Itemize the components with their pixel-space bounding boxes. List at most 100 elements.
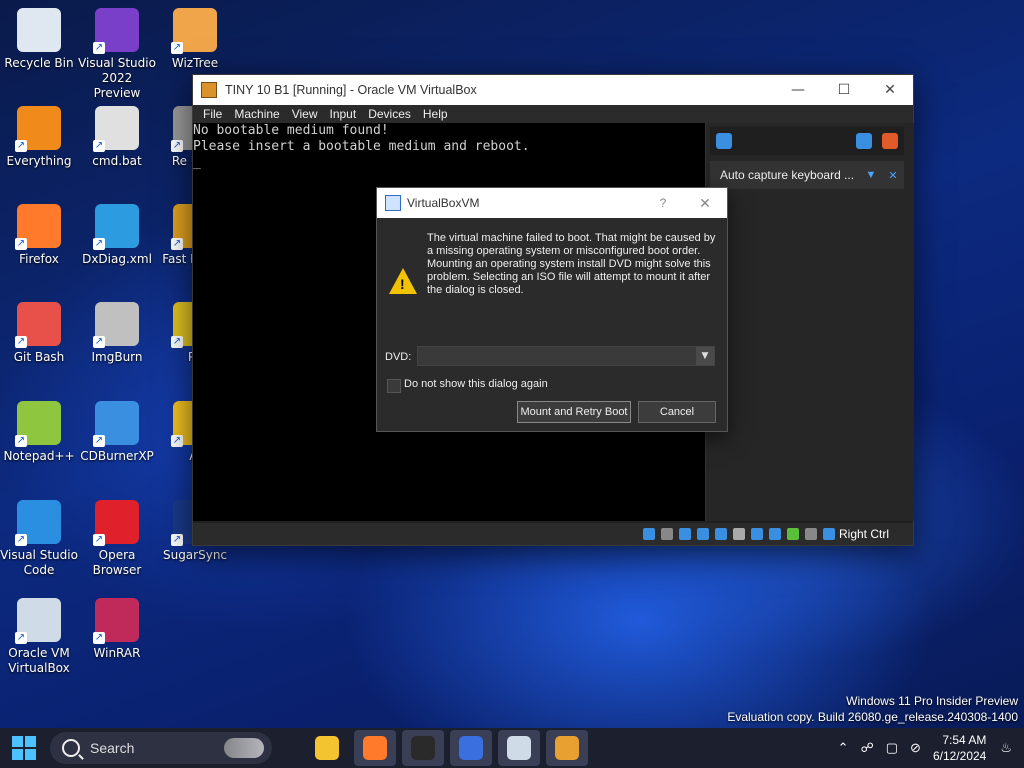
watermark-line-2: Evaluation copy. Build 26080.ge_release.…: [727, 710, 1018, 724]
shortcut-arrow-icon: ↗: [171, 140, 183, 152]
do-not-show-checkbox[interactable]: [387, 379, 401, 393]
search-box[interactable]: Search: [50, 732, 272, 764]
edge-icon: ↗: [93, 204, 139, 250]
boot-failure-dialog[interactable]: VirtualBoxVM ? ✕ ! The virtual machine f…: [376, 187, 728, 432]
clock-date: 6/12/2024: [932, 749, 987, 763]
mouse-integration-icon[interactable]: [804, 528, 817, 540]
do-not-show-label[interactable]: Do not show this dialog again: [404, 378, 548, 390]
desktop-icon[interactable]: ↗ CDBurnerXP: [78, 401, 156, 464]
taskbar-app[interactable]: [546, 730, 588, 766]
desktop-icon[interactable]: ↗ WizTree: [156, 8, 234, 71]
desktop-icon-label: Git Bash: [13, 350, 65, 364]
dialog-titlebar[interactable]: VirtualBoxVM ? ✕: [377, 188, 727, 218]
network-status-icon[interactable]: ☍: [861, 740, 874, 756]
notification-item[interactable]: Auto capture keyboard ... ▼ ✕: [710, 161, 904, 189]
minimize-icon[interactable]: —: [775, 82, 821, 98]
shortcut-arrow-icon: ↗: [15, 534, 27, 546]
shared-folders-icon[interactable]: [732, 528, 745, 540]
everything-icon: ↗: [15, 106, 61, 152]
taskbar-app[interactable]: [498, 730, 540, 766]
virtualbox-app-icon: [201, 82, 217, 98]
wiztree-icon: [555, 736, 579, 760]
desktop-icon-label: ImgBurn: [91, 350, 143, 364]
taskbar-app[interactable]: [450, 730, 492, 766]
pin-icon[interactable]: ▼: [860, 169, 882, 181]
warning-exclamation: !: [400, 276, 405, 292]
desktop-icon-label: WizTree: [171, 56, 219, 70]
shortcut-arrow-icon: ↗: [15, 238, 27, 250]
notification-bell-icon[interactable]: ♨: [1000, 740, 1012, 756]
network-icon[interactable]: [696, 528, 709, 540]
mount-and-retry-button[interactable]: Mount and Retry Boot: [517, 401, 631, 423]
file-explorer-icon: [315, 736, 339, 760]
desktop-icon[interactable]: ↗ Oracle VM VirtualBox: [0, 598, 78, 676]
system-tray: ⌃ ☍ ▢ ⊘ 7:54 AM 6/12/2024 ♨: [838, 728, 1024, 768]
desktop-icon[interactable]: ↗ WinRAR: [78, 598, 156, 661]
search-icon: [62, 739, 80, 757]
shortcut-arrow-icon: ↗: [171, 238, 183, 250]
taskbar-app[interactable]: [354, 730, 396, 766]
taskbar-app[interactable]: [402, 730, 444, 766]
maximize-icon[interactable]: ☐: [821, 82, 867, 98]
desktop-icon[interactable]: ↗ ImgBurn: [78, 302, 156, 365]
dialog-title: VirtualBoxVM: [407, 196, 480, 210]
shortcut-arrow-icon: ↗: [93, 435, 105, 447]
desktop-icon[interactable]: ↗ cmd.bat: [78, 106, 156, 169]
shortcut-arrow-icon: ↗: [15, 435, 27, 447]
window-title: TINY 10 B1 [Running] - Oracle VM Virtual…: [225, 83, 477, 97]
speaker-mute-icon[interactable]: ⊘: [910, 740, 921, 756]
shortcut-arrow-icon: ↗: [171, 42, 183, 54]
clear-icon[interactable]: [882, 133, 898, 149]
desktop-icon[interactable]: ↗ Visual Studio Code: [0, 500, 78, 578]
recycle-bin-icon: [17, 8, 61, 52]
opera-icon: ↗: [93, 500, 139, 546]
chevron-up-icon[interactable]: ⌃: [838, 740, 849, 756]
display-icon[interactable]: [750, 528, 763, 540]
optical-drive-icon[interactable]: [660, 528, 673, 540]
menu-item-view[interactable]: View: [286, 107, 324, 121]
close-icon[interactable]: ✕: [683, 195, 727, 212]
shortcut-arrow-icon: ↗: [171, 435, 183, 447]
desktop-icon[interactable]: ↗ Opera Browser: [78, 500, 156, 578]
host-key-icon: [822, 528, 835, 540]
taskbar-app[interactable]: [306, 730, 348, 766]
desktop-icon[interactable]: Recycle Bin: [0, 8, 78, 71]
chevron-down-icon[interactable]: ▼: [696, 347, 714, 365]
desktop-icon[interactable]: ↗ DxDiag.xml: [78, 204, 156, 267]
desktop-icon[interactable]: ↗ Visual Studio 2022 Preview: [78, 8, 156, 101]
cmd-bat-icon: ↗: [93, 106, 139, 152]
dismiss-icon[interactable]: ✕: [882, 169, 904, 182]
desktop-icon[interactable]: ↗ Git Bash: [0, 302, 78, 365]
windows-start-icon[interactable]: [12, 736, 36, 760]
menu-item-file[interactable]: File: [197, 107, 228, 121]
monitor-icon[interactable]: ▢: [886, 740, 898, 756]
desktop-icon[interactable]: ↗ Everything: [0, 106, 78, 169]
cpu-icon[interactable]: [786, 528, 799, 540]
shortcut-arrow-icon: ↗: [93, 140, 105, 152]
cdburnerxp-icon: ↗: [93, 401, 139, 447]
menu-item-input[interactable]: Input: [324, 107, 363, 121]
dvd-combobox[interactable]: ▼: [417, 346, 715, 366]
desktop-icon[interactable]: ↗ Notepad++: [0, 401, 78, 464]
cancel-button[interactable]: Cancel: [638, 401, 716, 423]
desktop-icon-label: Oracle VM VirtualBox: [8, 646, 70, 675]
virtualbox-icon: ↗: [15, 598, 61, 644]
window-titlebar[interactable]: TINY 10 B1 [Running] - Oracle VM Virtual…: [193, 75, 913, 105]
app-blue-icon: [459, 736, 483, 760]
audio-icon[interactable]: [678, 528, 691, 540]
desktop-icon-label: DxDiag.xml: [82, 252, 152, 266]
help-icon[interactable]: ?: [643, 196, 683, 210]
menu-item-devices[interactable]: Devices: [362, 107, 417, 121]
menu-item-machine[interactable]: Machine: [228, 107, 285, 121]
sort-icon[interactable]: [856, 133, 872, 149]
shortcut-arrow-icon: ↗: [171, 336, 183, 348]
clock[interactable]: 7:54 AM 6/12/2024: [933, 732, 986, 764]
hard-disk-icon[interactable]: [642, 528, 655, 540]
recording-icon[interactable]: [768, 528, 781, 540]
message-icon[interactable]: [716, 133, 732, 149]
usb-icon[interactable]: [714, 528, 727, 540]
close-icon[interactable]: ✕: [867, 82, 913, 98]
desktop-icon-label: Recycle Bin: [4, 56, 74, 70]
menu-item-help[interactable]: Help: [417, 107, 454, 121]
desktop-icon[interactable]: ↗ Firefox: [0, 204, 78, 267]
